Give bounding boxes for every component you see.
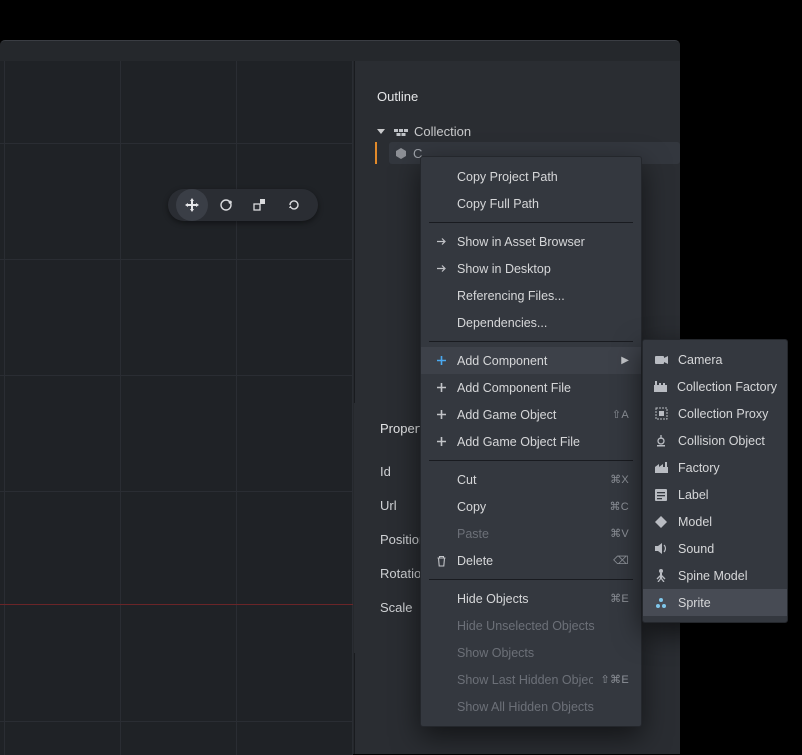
outline-root-collection[interactable]: Collection <box>377 120 680 142</box>
collection-proxy-icon <box>653 407 669 420</box>
shortcut: ⌘E <box>610 592 629 605</box>
menu-hide-unselected: Hide Unselected Objects <box>421 612 641 639</box>
goto-icon <box>433 263 449 274</box>
menu-copy-full-path[interactable]: Copy Full Path <box>421 190 641 217</box>
rotate-tool-button[interactable] <box>210 189 242 221</box>
goto-icon <box>433 236 449 247</box>
menu-paste: Paste ⌘V <box>421 520 641 547</box>
move-tool-button[interactable] <box>176 189 208 221</box>
context-menu: Copy Project Path Copy Full Path Show in… <box>420 156 642 727</box>
menu-copy-project-path[interactable]: Copy Project Path <box>421 163 641 190</box>
add-component-submenu: Camera Collection Factory Collection Pro… <box>642 339 788 623</box>
shortcut: ⌘V <box>610 527 629 540</box>
menu-delete[interactable]: Delete ⌫ <box>421 547 641 574</box>
submenu-sound[interactable]: Sound <box>643 535 787 562</box>
sound-icon <box>653 543 669 554</box>
refresh-tool-button[interactable] <box>278 189 310 221</box>
move-icon <box>185 198 199 212</box>
menu-separator <box>429 222 633 223</box>
chevron-down-icon[interactable] <box>377 129 385 134</box>
menu-copy[interactable]: Copy ⌘C <box>421 493 641 520</box>
trash-icon <box>433 555 449 567</box>
menu-separator <box>429 341 633 342</box>
menu-separator <box>429 579 633 580</box>
sprite-icon <box>653 597 669 609</box>
scale-icon <box>253 198 267 212</box>
outline-title: Outline <box>355 61 680 120</box>
menu-show-objects: Show Objects <box>421 639 641 666</box>
chevron-right-icon: ▶ <box>621 355 629 366</box>
submenu-collection-factory[interactable]: Collection Factory <box>643 373 787 400</box>
submenu-factory[interactable]: Factory <box>643 454 787 481</box>
outline-label: Collection <box>414 124 471 139</box>
menu-show-in-asset-browser[interactable]: Show in Asset Browser <box>421 228 641 255</box>
shortcut: ⇧⌘E <box>601 673 629 686</box>
shortcut: ⌫ <box>613 554 629 567</box>
menu-add-game-object-file[interactable]: Add Game Object File <box>421 428 641 455</box>
menu-show-last-hidden: Show Last Hidden Objects ⇧⌘E <box>421 666 641 693</box>
spine-icon <box>653 569 669 582</box>
label-icon <box>653 489 669 501</box>
collision-icon <box>653 434 669 447</box>
grid <box>0 61 353 755</box>
menu-cut[interactable]: Cut ⌘X <box>421 466 641 493</box>
submenu-label[interactable]: Label <box>643 481 787 508</box>
menu-add-component-file[interactable]: Add Component File <box>421 374 641 401</box>
menu-dependencies[interactable]: Dependencies... <box>421 309 641 336</box>
submenu-sprite[interactable]: Sprite <box>643 589 787 616</box>
submenu-collision-object[interactable]: Collision Object <box>643 427 787 454</box>
menu-show-in-desktop[interactable]: Show in Desktop <box>421 255 641 282</box>
menu-separator <box>429 460 633 461</box>
refresh-icon <box>287 198 301 212</box>
submenu-model[interactable]: Model <box>643 508 787 535</box>
menu-referencing-files[interactable]: Referencing Files... <box>421 282 641 309</box>
camera-icon <box>653 355 669 365</box>
submenu-camera[interactable]: Camera <box>643 346 787 373</box>
menu-hide-objects[interactable]: Hide Objects ⌘E <box>421 585 641 612</box>
shortcut: ⇧A <box>612 408 629 421</box>
model-icon <box>653 516 669 528</box>
plus-icon <box>433 409 449 420</box>
rotate-icon <box>219 198 233 212</box>
plus-icon <box>433 436 449 447</box>
shortcut: ⌘X <box>610 473 629 486</box>
gameobject-icon <box>395 147 407 159</box>
scale-tool-button[interactable] <box>244 189 276 221</box>
plus-icon <box>433 355 449 366</box>
menu-add-game-object[interactable]: Add Game Object ⇧A <box>421 401 641 428</box>
submenu-collection-proxy[interactable]: Collection Proxy <box>643 400 787 427</box>
selection-indicator <box>375 142 377 164</box>
submenu-spine-model[interactable]: Spine Model <box>643 562 787 589</box>
menu-add-component[interactable]: Add Component ▶ <box>421 347 641 374</box>
collection-factory-icon <box>653 381 668 392</box>
editor-viewport[interactable] <box>0 61 353 755</box>
collection-icon <box>394 126 408 137</box>
shortcut: ⌘C <box>609 500 629 513</box>
factory-icon <box>653 462 669 473</box>
plus-icon <box>433 382 449 393</box>
menu-show-all-hidden: Show All Hidden Objects <box>421 693 641 720</box>
viewport-toolbar <box>168 189 318 221</box>
